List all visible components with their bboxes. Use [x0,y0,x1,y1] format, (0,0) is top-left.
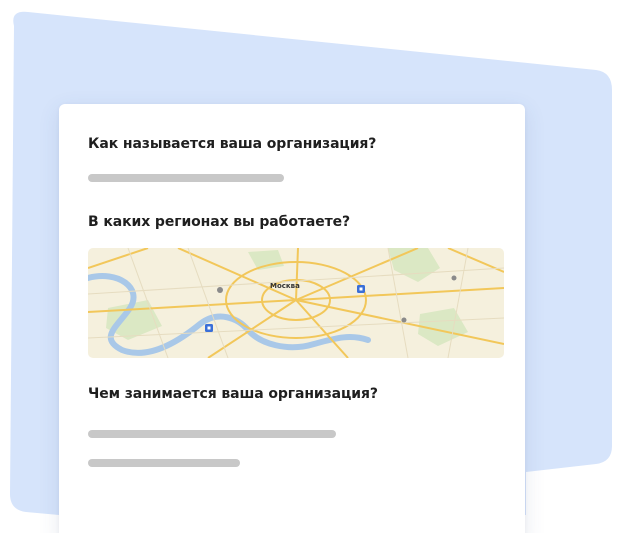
metro-station-icon [357,285,365,293]
map-point-icon [217,287,223,293]
answer-placeholder-activity-line-1 [88,430,336,438]
answer-placeholder-name [88,174,284,182]
question-activity: Чем занимается ваша организация? [88,386,378,402]
illustration: Как называется ваша организация? В каких… [0,0,618,533]
map-point-icon [451,275,457,281]
question-organization-name: Как называется ваша организация? [88,136,377,152]
form-card: Как называется ваша организация? В каких… [59,104,525,533]
region-map[interactable]: Москва [88,248,504,358]
answer-placeholder-activity-line-2 [88,459,240,467]
map-city-label: Москва [270,282,300,290]
question-regions: В каких регионах вы работаете? [88,214,351,230]
map-point-icon [401,317,407,323]
metro-station-icon [205,324,213,332]
